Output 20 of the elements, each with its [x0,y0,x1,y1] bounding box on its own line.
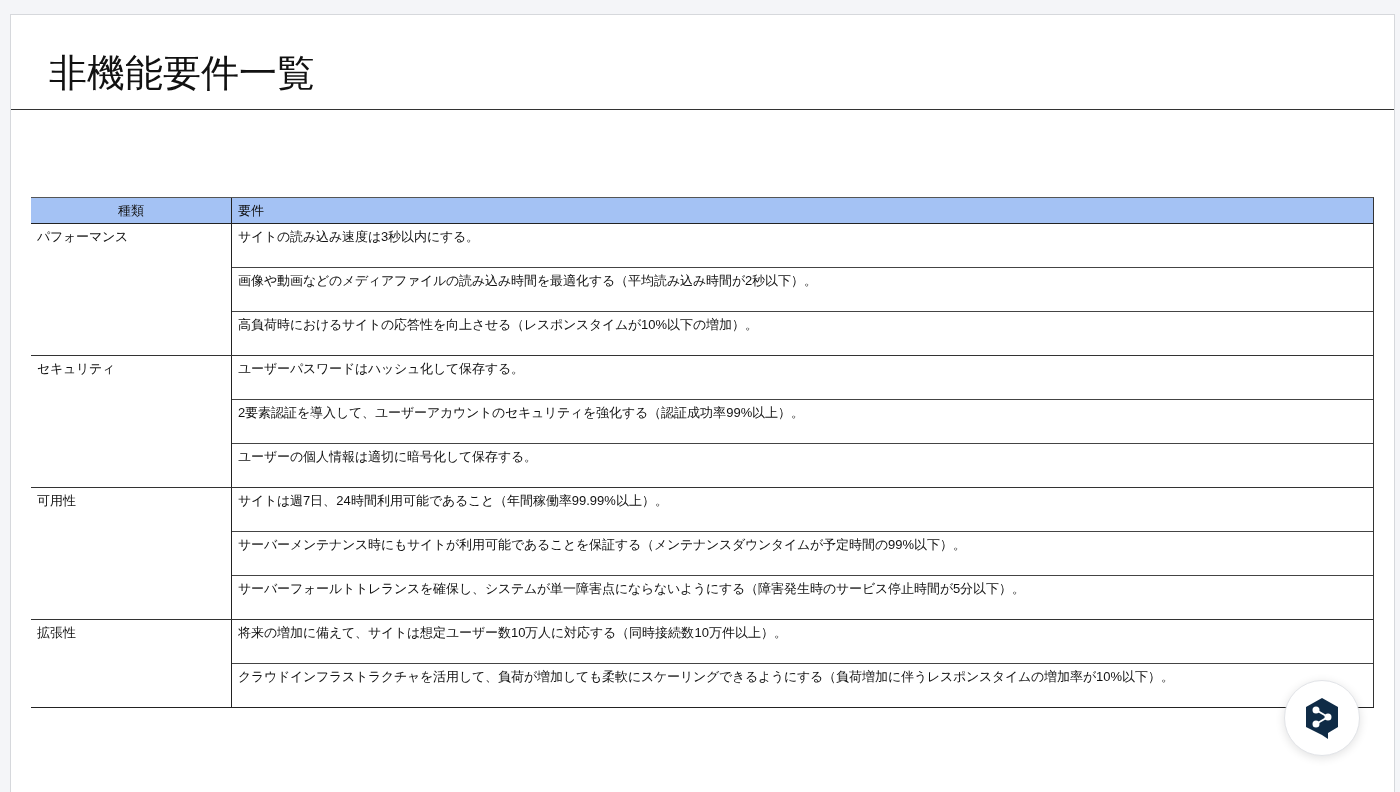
table-cell: パフォーマンス [37,229,128,244]
table-cell: ユーザーパスワードはハッシュ化して保存する。 [238,361,524,376]
table-cell: 可用性 [37,493,76,508]
column-header: 種類 [118,203,144,218]
table-cell: セキュリティ [37,361,115,376]
table-cell: 高負荷時におけるサイトの応答性を向上させる（レスポンスタイムが10%以下の増加）。 [238,317,759,332]
table-cell: サイトは週7日、24時間利用可能であること（年間稼働率99.99%以上）。 [238,493,668,508]
table-cell: 画像や動画などのメディアファイルの読み込み時間を最適化する（平均読み込み時間が2秒以下）。 [238,273,818,288]
table-cell: クラウドインフラストラクチャを活用して、負荷が増加しても柔軟にスケーリングできるようにする（負荷増加に伴うレスポンスタイムの増加率が10%以下）。 [238,669,1175,684]
table-cell: 2要素認証を導入して、ユーザーアカウントのセキュリティを強化する（認証成功率99%以上）。 [238,405,805,420]
table-cell: 拡張性 [37,625,76,640]
table-cell: ユーザーの個人情報は適切に暗号化して保存する。 [238,449,537,464]
table-cell: サーバーメンテナンス時にもサイトが利用可能であることを保証する（メンテナンスダウンタイムが予定時間の99%以下）。 [238,537,967,552]
table-cell: 将来の増加に備えて、サイトは想定ユーザー数10万人に対応する（同時接続数10万件以上）。 [238,625,787,640]
slide-title: 非機能要件一覧 [49,51,316,96]
table-cell: サイトの読み込み速度は3秒以内にする。 [238,229,480,244]
column-header: 要件 [238,203,264,218]
table-cell: サーバーフォールトトレランスを確保し、システムが単一障害点にならないようにする（障害発生時のサービス停止時間が5分以下）。 [238,581,1026,596]
floating-action-button[interactable] [1284,680,1360,756]
share-icon [1304,696,1340,740]
